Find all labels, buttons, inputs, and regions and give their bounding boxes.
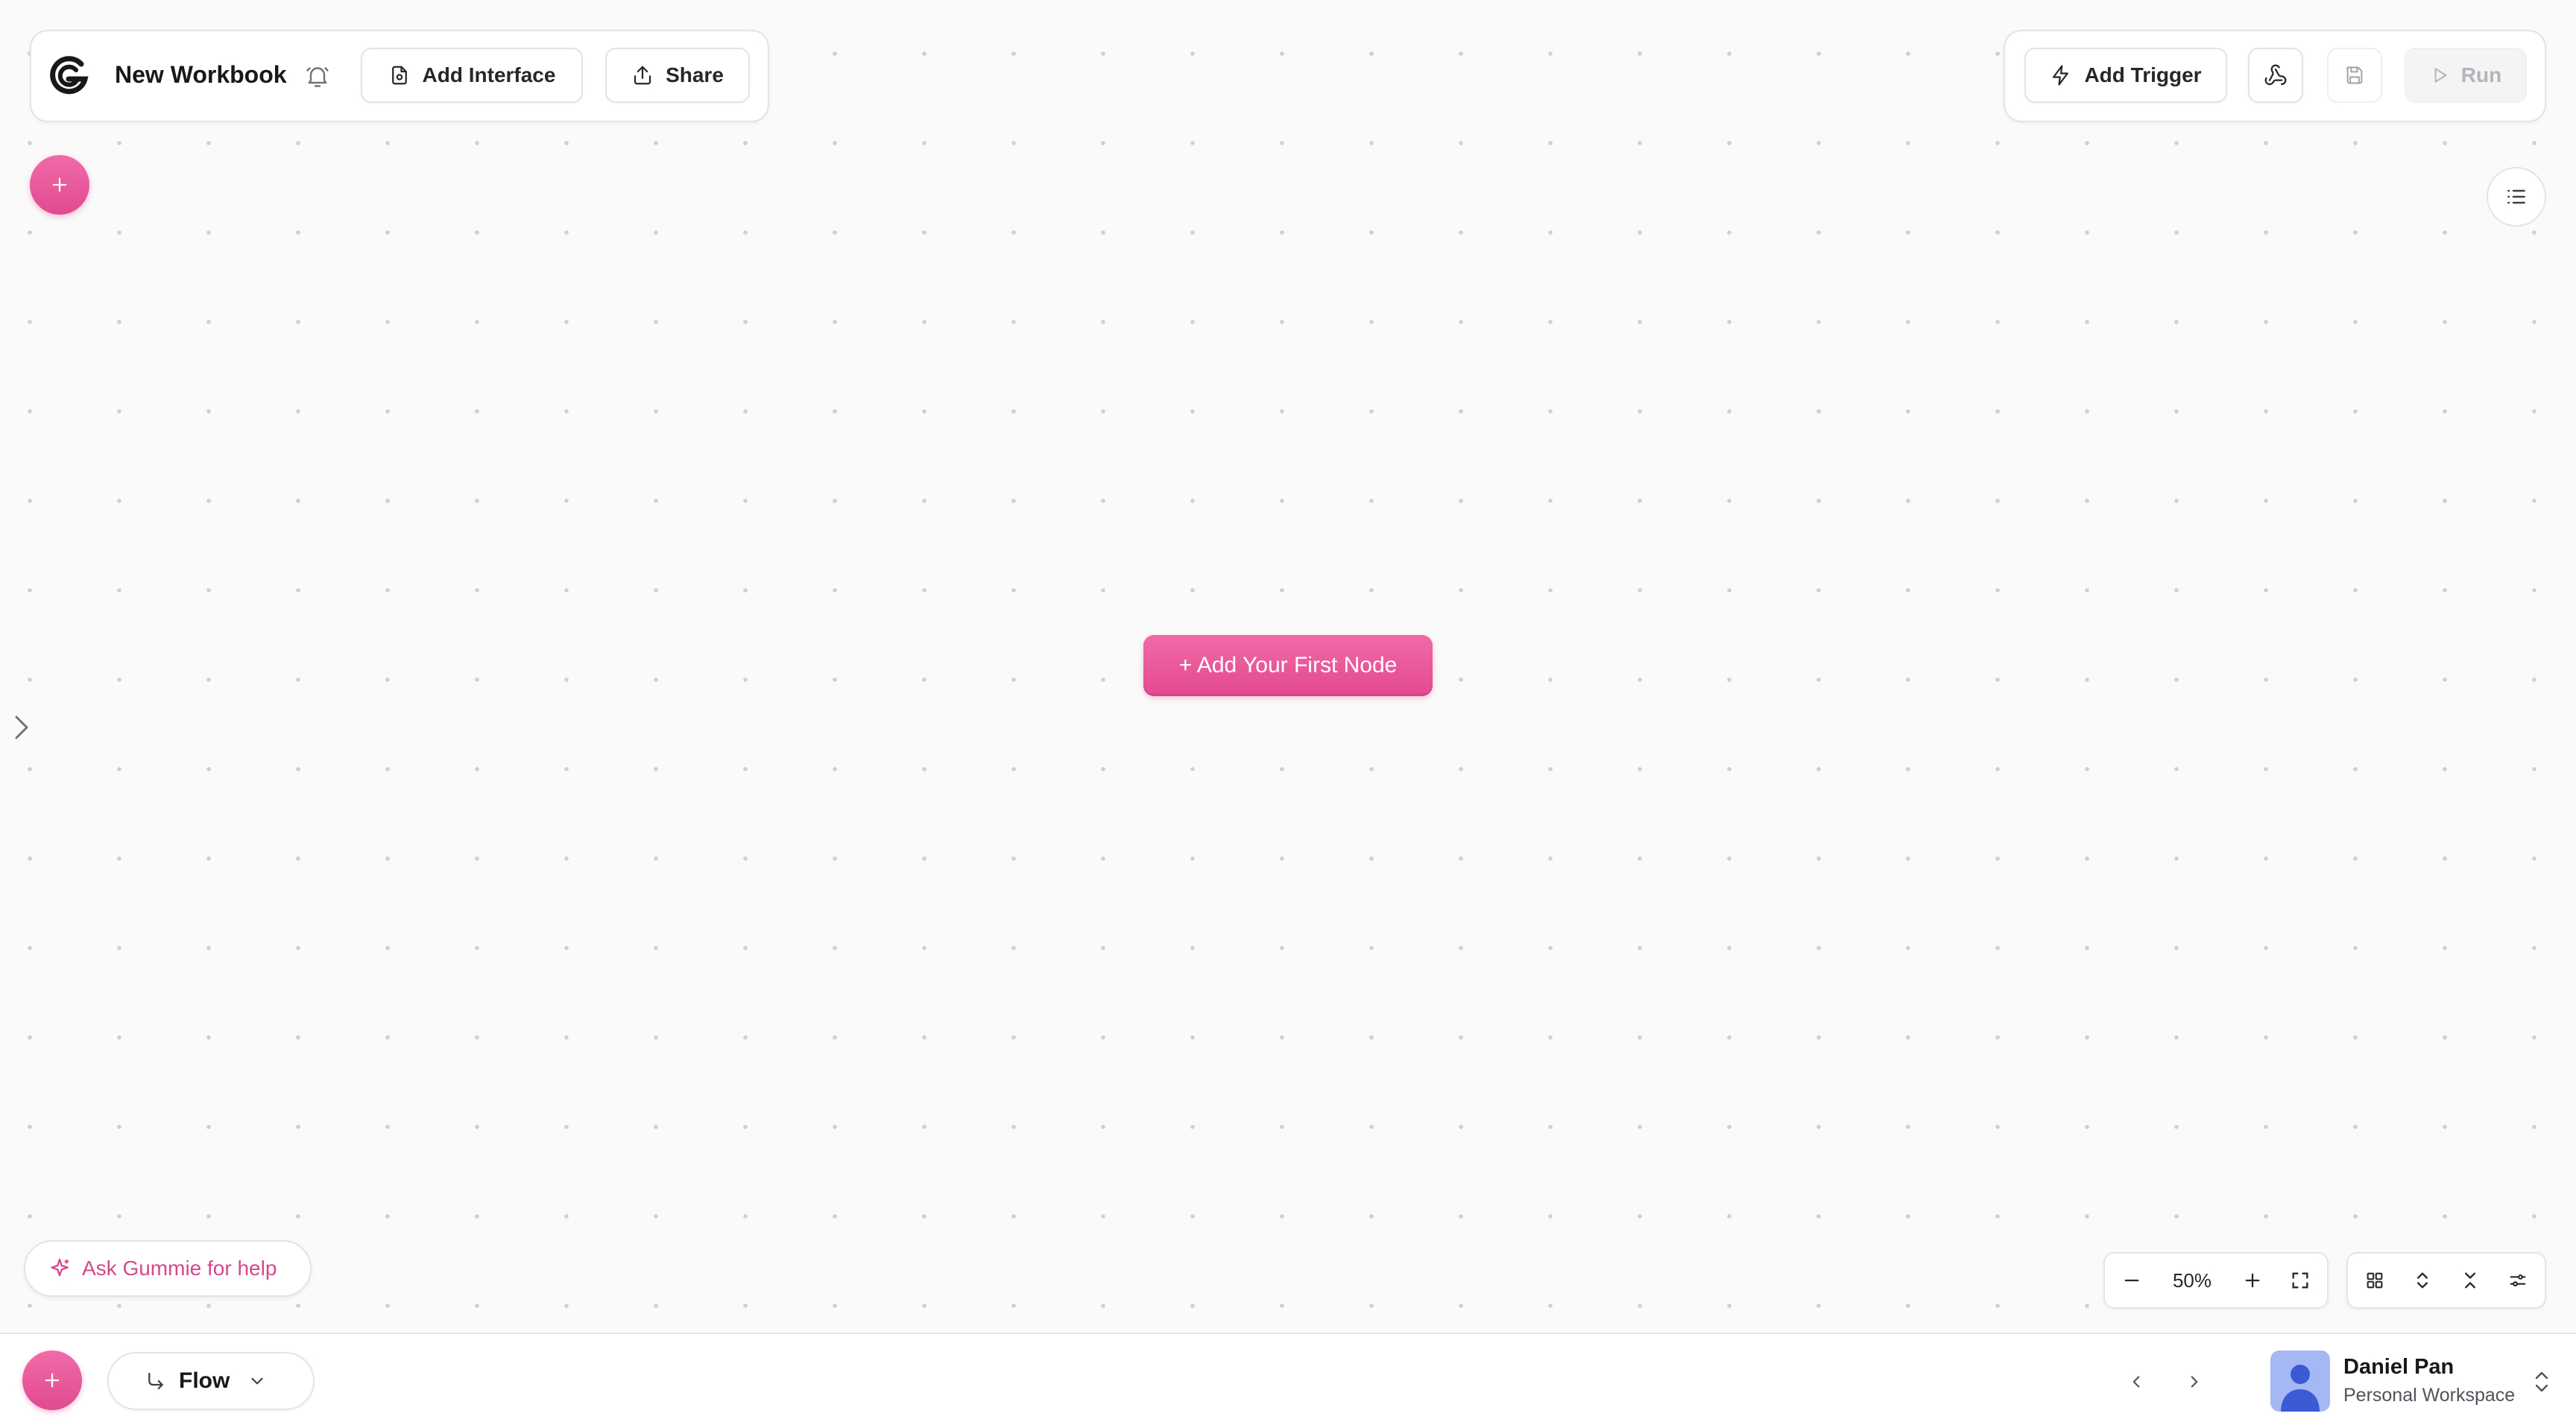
flow-arrow-icon	[148, 1372, 163, 1390]
workspace-name: Personal Workspace	[2343, 1385, 2516, 1406]
user-menu[interactable]: Daniel Pan Personal Workspace	[2270, 1349, 2554, 1413]
share-label: Share	[666, 63, 724, 86]
settings-icon	[2510, 1274, 2526, 1287]
save-button[interactable]	[2327, 48, 2382, 103]
plus-icon	[45, 1373, 60, 1388]
play-icon	[2434, 68, 2447, 83]
workbook-app: New Workbook Add Interface Share Add Tri…	[0, 0, 2576, 1428]
minus-icon	[2124, 1279, 2139, 1282]
chevron-updown-icon[interactable]	[2531, 1367, 2552, 1397]
next-flow-button[interactable]	[2179, 1367, 2209, 1397]
workbook-title[interactable]: New Workbook	[115, 61, 287, 89]
fullscreen-icon	[2292, 1272, 2308, 1289]
previous-flow-button[interactable]	[2121, 1367, 2151, 1397]
chevron-down-icon	[251, 1377, 263, 1385]
collapse-all-button[interactable]	[2455, 1266, 2485, 1295]
add-first-node-button[interactable]: + Add Your First Node	[1143, 635, 1433, 696]
collapse-icon	[2465, 1272, 2475, 1289]
webhook-button[interactable]	[2248, 48, 2303, 103]
share-button[interactable]: Share	[605, 48, 750, 103]
grid-icon	[2367, 1272, 2383, 1289]
add-flow-button[interactable]	[22, 1350, 82, 1410]
interface-icon	[391, 66, 407, 85]
add-node-button[interactable]	[30, 155, 89, 215]
save-icon	[2346, 66, 2363, 84]
chevron-left-icon	[2133, 1376, 2140, 1388]
add-trigger-label: Add Trigger	[2084, 63, 2202, 86]
logo-icon[interactable]	[46, 54, 91, 98]
run-button[interactable]: Run	[2405, 48, 2527, 103]
share-icon	[634, 66, 651, 85]
ask-gummie-button[interactable]: Ask Gummie for help	[24, 1240, 312, 1297]
sparkle-icon	[51, 1258, 69, 1277]
zoom-out-button[interactable]	[2117, 1266, 2147, 1295]
webhook-icon	[2264, 64, 2287, 86]
add-trigger-button[interactable]: Add Trigger	[2024, 48, 2227, 103]
avatar	[2270, 1350, 2330, 1412]
bolt-icon	[2053, 65, 2069, 86]
outline-list-button[interactable]	[2487, 167, 2546, 227]
flow-selector[interactable]: Flow	[107, 1352, 315, 1410]
user-name: Daniel Pan	[2343, 1355, 2455, 1379]
plus-icon	[2245, 1273, 2260, 1288]
plus-icon	[52, 177, 67, 192]
fit-view-button[interactable]	[2285, 1266, 2315, 1295]
list-icon	[2507, 189, 2525, 204]
expand-all-button[interactable]	[2408, 1266, 2437, 1295]
expand-icon	[2417, 1272, 2428, 1289]
add-interface-label: Add Interface	[422, 63, 556, 86]
add-interface-button[interactable]: Add Interface	[361, 48, 583, 103]
zoom-level: 50%	[2172, 1269, 2212, 1292]
auto-layout-button[interactable]	[2360, 1266, 2390, 1295]
run-label: Run	[2460, 63, 2502, 86]
bell-icon[interactable]	[304, 63, 331, 89]
zoom-in-button[interactable]	[2238, 1266, 2267, 1295]
chevron-right-icon	[2191, 1376, 2198, 1388]
canvas-settings-button[interactable]	[2503, 1266, 2533, 1295]
user-icon	[2281, 1365, 2320, 1412]
flow-label: Flow	[179, 1368, 230, 1393]
chevron-right-icon[interactable]	[10, 713, 33, 742]
ask-gummie-label: Ask Gummie for help	[82, 1257, 277, 1280]
